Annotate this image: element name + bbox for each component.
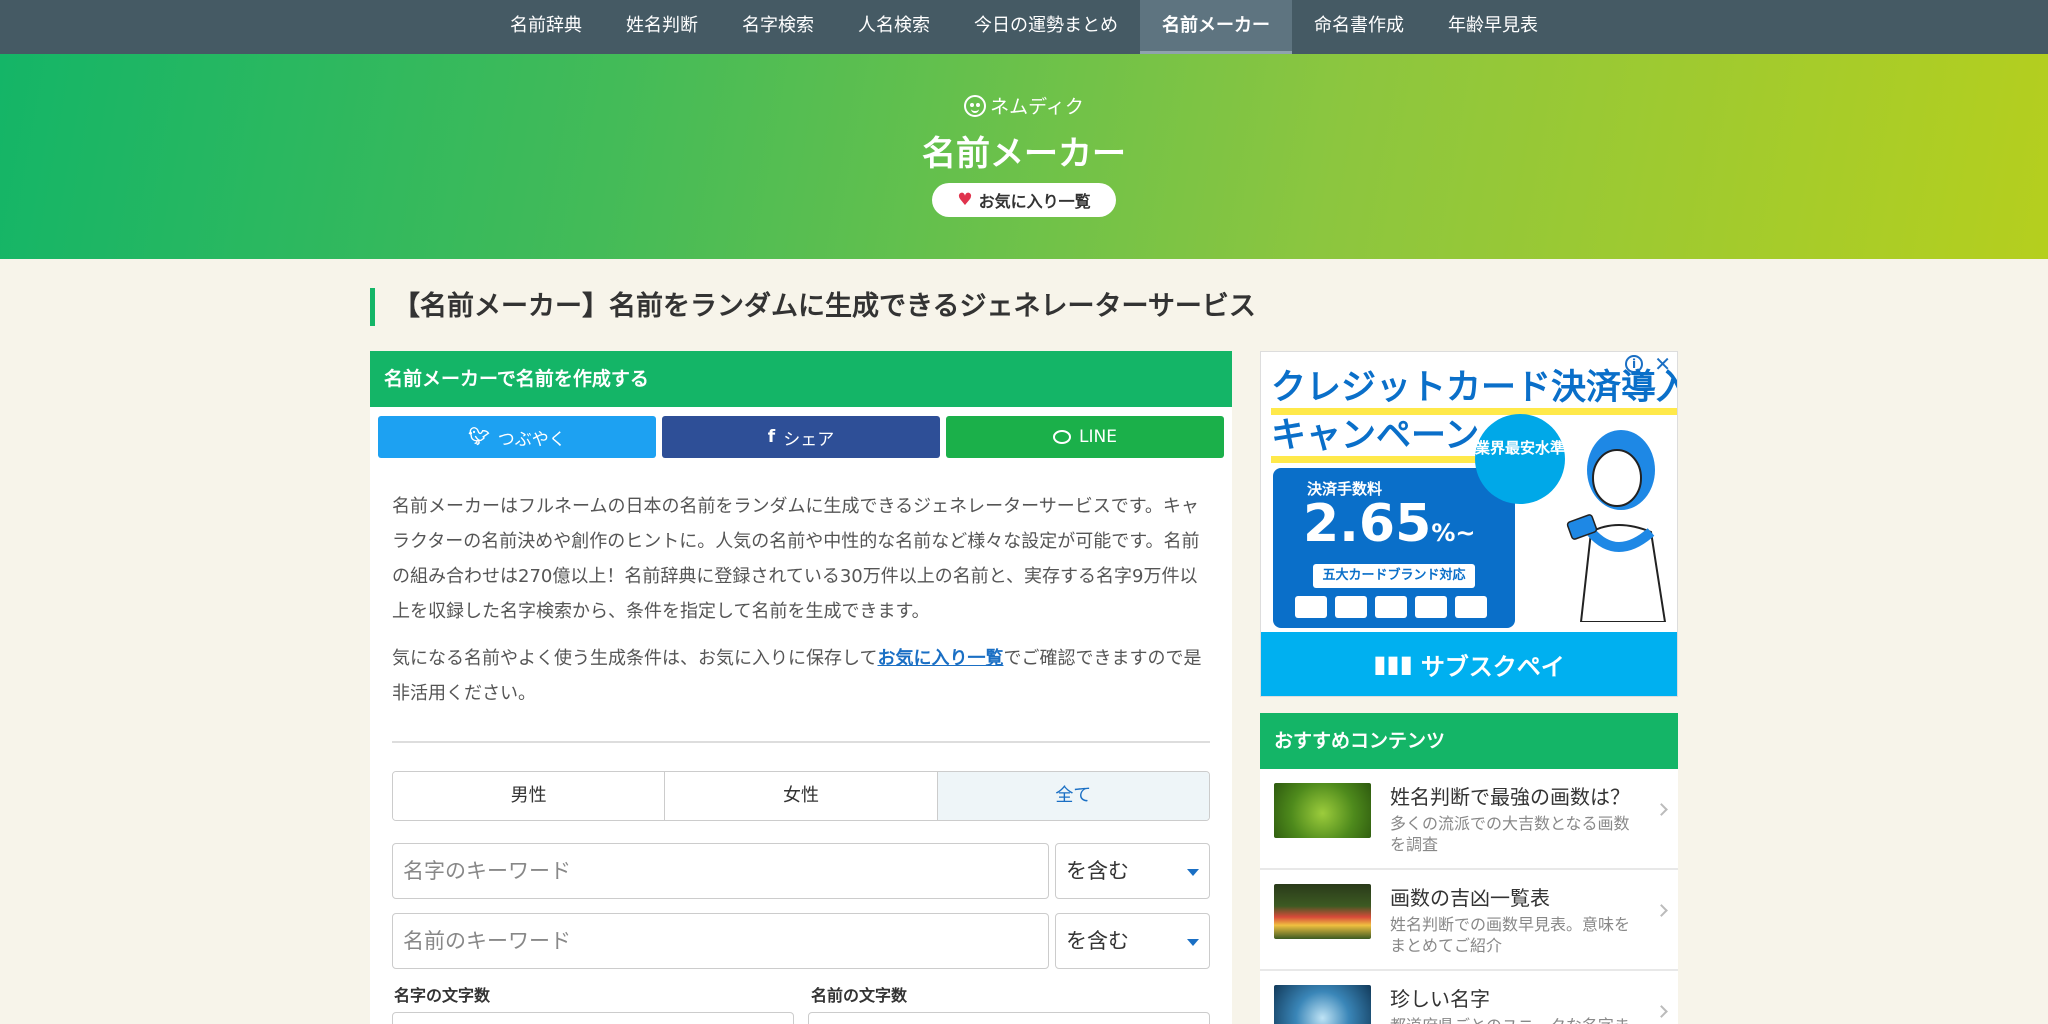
twitter-bird-icon: 🐦︎	[468, 427, 490, 447]
ad-fee-panel: 決済手数料 2.65%~ 五大カードブランド対応	[1273, 468, 1515, 628]
list-item[interactable]: 珍しい名字 都道府県ごとのユニークな名字ま	[1260, 971, 1678, 1024]
given-name-match-value: を含む	[1066, 929, 1129, 953]
ad-brand-tag: 五大カードブランド対応	[1313, 564, 1475, 588]
list-item-title: 姓名判断で最強の画数は？	[1390, 785, 1630, 809]
caret-down-icon	[1187, 869, 1199, 876]
ad-badge: 業界最安水準	[1475, 414, 1565, 504]
facebook-share-label: シェア	[783, 429, 835, 450]
facebook-share-button[interactable]: f シェア	[662, 416, 940, 458]
chevron-right-icon	[1655, 803, 1668, 816]
heart-icon: ♥	[957, 190, 973, 210]
line-share-label: LINE	[1079, 427, 1117, 447]
given-name-length-select[interactable]	[808, 1012, 1210, 1024]
caret-down-icon	[1187, 939, 1199, 946]
ad-fee-number: 2.65	[1303, 494, 1432, 554]
ad-headline-line: キャンペーン	[1271, 416, 1480, 463]
mastercard-logo-icon	[1335, 596, 1367, 618]
favorites-button[interactable]: ♥ お気に入り一覧	[932, 183, 1116, 217]
ad-person-illustration-icon	[1566, 430, 1667, 622]
description-paragraph-favorites: 気になる名前やよく使う生成条件は、お気に入りに保存してお気に入り一覧でご確認でき…	[392, 641, 1210, 711]
nav-item-name-fortune[interactable]: 姓名判断	[604, 0, 720, 54]
list-item-text: 姓名判断での画数早見表。意味をまとめてご紹介	[1390, 915, 1631, 955]
diners-logo-icon	[1455, 596, 1487, 618]
list-item-text: 都道府県ごとのユニークな名字ま	[1390, 1015, 1642, 1024]
chevron-right-icon	[1655, 1005, 1668, 1018]
given-name-match-select[interactable]: を含む	[1055, 913, 1210, 969]
recommended-header: おすすめコンテンツ	[1260, 713, 1678, 769]
description-text: 気になる名前やよく使う生成条件は、お気に入りに保存して	[392, 648, 878, 669]
list-item[interactable]: 画数の吉凶一覧表 姓名判断での画数早見表。意味をまとめてご紹介	[1260, 870, 1678, 971]
chevron-right-icon	[1655, 904, 1668, 917]
surname-match-select[interactable]: を含む	[1055, 843, 1210, 899]
hero-title: 名前メーカー	[922, 134, 1126, 174]
nav-item-person-search[interactable]: 人名検索	[836, 0, 952, 54]
favorites-link[interactable]: お気に入り一覧	[877, 648, 1003, 669]
surname-keyword-input[interactable]	[392, 843, 1049, 899]
given-name-keyword-row: を含む	[392, 913, 1210, 969]
list-item-title: 珍しい名字	[1390, 987, 1490, 1011]
brand-name: ネムディク	[990, 96, 1084, 118]
nav-item-daily-fortune[interactable]: 今日の運勢まとめ	[952, 0, 1140, 54]
card-brand-logos	[1295, 596, 1487, 618]
ad-banner[interactable]: i ✕ クレジットカード決済導入 キャンペーン 決済手数料 2.65%~ 五大カ…	[1260, 351, 1678, 697]
droplet-thumbnail	[1274, 985, 1371, 1024]
gender-tab-male[interactable]: 男性	[393, 772, 666, 820]
ad-fee-value: 2.65%~	[1303, 494, 1475, 554]
recommended-contents: おすすめコンテンツ 姓名判断で最強の画数は？ 多くの流派での大吉数となる画数を調…	[1260, 713, 1678, 1024]
nav-item-name-maker[interactable]: 名前メーカー	[1140, 0, 1292, 54]
nav-item-age-chart[interactable]: 年齢早見表	[1426, 0, 1560, 54]
twitter-share-label: つぶやく	[497, 429, 566, 450]
description: 名前メーカーはフルネームの日本の名前をランダムに生成できるジェネレーターサービス…	[392, 489, 1210, 711]
hero-banner: ネムディク 名前メーカー ♥ お気に入り一覧	[0, 54, 2048, 259]
gender-tab-female[interactable]: 女性	[665, 772, 938, 820]
ad-footer: ▮▮▮ サブスクペイ	[1261, 632, 1677, 696]
nav-item-name-dictionary[interactable]: 名前辞典	[488, 0, 604, 54]
signal-bars-icon: ▮▮▮	[1373, 650, 1413, 678]
surname-match-value: を含む	[1066, 859, 1129, 883]
card-header: 名前メーカーで名前を作成する	[370, 351, 1232, 407]
list-item-title: 画数の吉凶一覧表	[1390, 886, 1550, 910]
gender-tabs: 男性 女性 全て	[392, 771, 1210, 821]
line-bubble-icon	[1053, 430, 1072, 444]
ad-footer-brand: サブスクペイ	[1420, 652, 1565, 681]
list-item-text: 多くの流派での大吉数となる画数を調査	[1390, 814, 1630, 854]
facebook-icon: f	[767, 427, 776, 447]
surname-keyword-row: を含む	[392, 843, 1210, 899]
gender-tab-all[interactable]: 全て	[937, 772, 1209, 820]
surname-length-select[interactable]	[392, 1012, 794, 1024]
smiley-icon	[964, 94, 987, 117]
visa-logo-icon	[1295, 596, 1327, 618]
brand-logo[interactable]: ネムディク	[0, 92, 2048, 119]
given-name-keyword-input[interactable]	[392, 913, 1049, 969]
hearts-thumbnail	[1274, 884, 1371, 939]
nav-item-surname-search[interactable]: 名字検索	[720, 0, 836, 54]
name-maker-card: 名前メーカーで名前を作成する 🐦︎ つぶやく f シェア LINE 名前メーカー…	[370, 351, 1232, 1024]
given-name-length-label: 名前の文字数	[811, 986, 908, 1005]
favorites-button-label: お気に入り一覧	[978, 192, 1091, 211]
clover-thumbnail	[1274, 783, 1371, 838]
top-nav: 名前辞典 姓名判断 名字検索 人名検索 今日の運勢まとめ 名前メーカー 命名書作…	[0, 0, 2048, 54]
amex-logo-icon	[1415, 596, 1447, 618]
description-paragraph: 名前メーカーはフルネームの日本の名前をランダムに生成できるジェネレーターサービス…	[392, 496, 1200, 622]
divider	[392, 741, 1210, 743]
jcb-logo-icon	[1375, 596, 1407, 618]
surname-length-label: 名字の文字数	[394, 986, 491, 1005]
share-buttons: 🐦︎ つぶやく f シェア LINE	[378, 416, 1224, 458]
twitter-share-button[interactable]: 🐦︎ つぶやく	[378, 416, 656, 458]
nav-item-naming-certificate[interactable]: 命名書作成	[1292, 0, 1426, 54]
ad-fee-unit: %~	[1431, 519, 1476, 547]
ad-headline-line: クレジットカード決済導入	[1271, 368, 1677, 415]
list-item[interactable]: 姓名判断で最強の画数は？ 多くの流派での大吉数となる画数を調査	[1260, 769, 1678, 870]
line-share-button[interactable]: LINE	[946, 416, 1224, 458]
page-title: 【名前メーカー】名前をランダムに生成できるジェネレーターサービス	[370, 288, 1256, 326]
